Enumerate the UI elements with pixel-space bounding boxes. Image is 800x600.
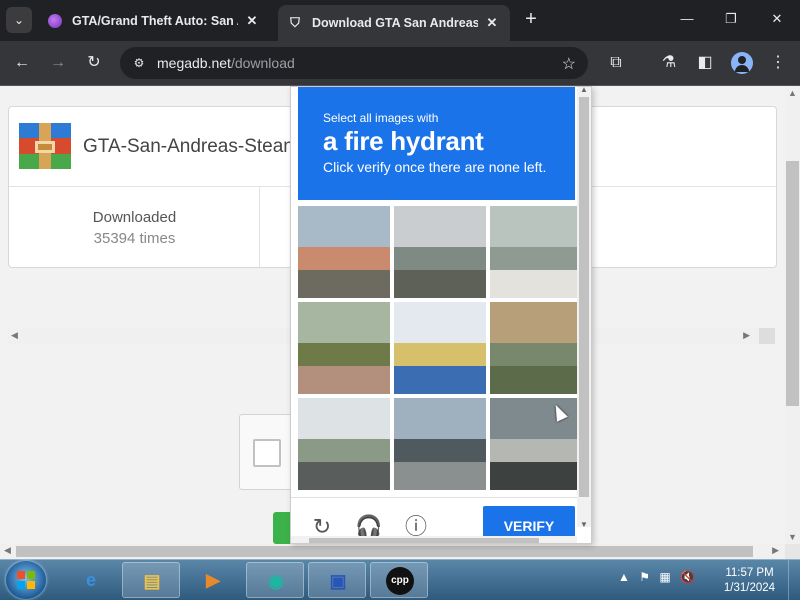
instruction-small: Select all images with (323, 111, 439, 125)
scrollbar-thumb[interactable] (786, 161, 799, 406)
image-grid (298, 206, 582, 490)
scroll-left-icon[interactable]: ◀ (4, 545, 11, 556)
site-favicon-icon: ⛉ (290, 15, 300, 30)
cppshot-icon: cpp (386, 567, 414, 595)
site-settings-icon[interactable]: ⚙ (131, 55, 147, 71)
browser-horizontal-scrollbar[interactable]: ◀ ▶ (0, 544, 785, 559)
recaptcha-challenge: Select all images with a fire hydrant Cl… (290, 86, 592, 544)
scroll-left-icon[interactable]: ◀ (11, 330, 18, 341)
extensions-icon[interactable]: ⧉ (604, 51, 628, 75)
forward-button[interactable]: → (46, 51, 70, 75)
challenge-header: Select all images with a fire hydrant Cl… (298, 87, 575, 200)
start-button[interactable] (6, 561, 46, 599)
clock-time: 11:57 PM (725, 567, 774, 579)
captcha-tile-fire-hydrant[interactable] (490, 398, 582, 490)
windows-taskbar: e ▤ ▶ ◉ ▣ cpp ▲ ⚑ ▦ 🔇 11:57 PM 1/31/2024 (0, 559, 800, 600)
url-host: megadb.net (157, 55, 231, 71)
back-button[interactable]: ← (10, 51, 34, 75)
browser-toolbar: ← → ↻ ⚙ megadb.net/download ☆ ⧉ ⚗ ◧ ⋮ (0, 41, 800, 86)
stat-label: Downloaded (92, 209, 177, 226)
download-count-stat: Downloaded 35394 times (9, 187, 260, 267)
labs-icon[interactable]: ⚗ (657, 51, 681, 75)
side-panel-icon[interactable]: ◧ (693, 51, 717, 75)
scrollbar-thumb[interactable] (579, 97, 589, 497)
captcha-tile-sign-gantry[interactable] (298, 398, 390, 490)
system-clock[interactable]: 11:57 PM 1/31/2024 (712, 566, 787, 596)
url-path: /download (230, 55, 295, 71)
captcha-tile-shop-awning[interactable] (394, 302, 486, 394)
show-hidden-icons-icon[interactable]: ▲ (618, 570, 630, 584)
scrollbar-thumb[interactable] (16, 546, 753, 557)
scroll-right-icon[interactable]: ▶ (743, 330, 750, 341)
tab-title: Download GTA San Andreas Steam (312, 16, 478, 30)
restore-button[interactable]: ❐ (717, 8, 745, 30)
tab-strip: ⌄ GTA/Grand Theft Auto: San Andreas ✕ ⛉ … (0, 0, 800, 41)
winrar-archive-icon (19, 123, 71, 169)
captcha-tile-roof-structure[interactable] (490, 302, 582, 394)
instruction-target: a fire hydrant (323, 126, 484, 156)
scroll-down-icon[interactable]: ▼ (580, 520, 588, 529)
volume-muted-icon[interactable]: 🔇 (680, 570, 695, 584)
clock-date: 1/31/2024 (723, 582, 776, 594)
scroll-up-icon[interactable]: ▲ (788, 88, 797, 98)
taskbar-app-explorer[interactable]: ▤ (122, 562, 180, 598)
media-icon: ▶ (206, 570, 220, 590)
tab-title: GTA/Grand Theft Auto: San Andreas (72, 13, 238, 28)
monitor-icon: ▣ (329, 571, 347, 591)
bookmark-star-icon[interactable]: ☆ (562, 54, 576, 74)
captcha-tile-sidewalk-fence[interactable] (298, 302, 390, 394)
scroll-right-icon[interactable]: ▶ (772, 545, 779, 556)
tab-search-button[interactable]: ⌄ (6, 7, 32, 33)
captcha-tile-parking-lot[interactable] (394, 398, 486, 490)
url-text[interactable]: megadb.net/download (157, 55, 295, 71)
address-bar[interactable]: ⚙ megadb.net/download ☆ (120, 47, 588, 79)
windows-logo-icon (17, 571, 35, 589)
explorer-icon: ▤ (143, 571, 161, 591)
captcha-tile-highway-overpass[interactable] (394, 206, 486, 298)
show-desktop-button[interactable] (788, 560, 800, 600)
browser-icon: ◉ (268, 571, 284, 591)
new-tab-button[interactable]: + (520, 8, 542, 30)
close-tab-icon[interactable]: ✕ (244, 13, 260, 29)
taskbar-app-browser[interactable]: ◉ (246, 562, 304, 598)
fandom-favicon-icon (48, 13, 62, 28)
close-tab-icon[interactable]: ✕ (484, 15, 500, 31)
menu-icon[interactable]: ⋮ (766, 51, 790, 75)
captcha-tile-street-buildings[interactable] (298, 206, 390, 298)
taskbar-app-media[interactable]: ▶ (184, 562, 242, 598)
taskbar-app-cppshot[interactable]: cpp (370, 562, 428, 598)
stat-value: 35394 times (93, 230, 176, 247)
ie-icon: e (85, 570, 96, 590)
close-window-button[interactable]: ✕ (763, 8, 791, 30)
scrollbar-thumb[interactable] (759, 328, 775, 344)
scrollbar-thumb[interactable] (309, 538, 539, 543)
tab-download-gta[interactable]: ⛉ Download GTA San Andreas Steam ✕ (278, 5, 510, 41)
scrollbar-corner (785, 544, 800, 559)
scroll-up-icon[interactable]: ▲ (580, 87, 588, 94)
browser-vertical-scrollbar[interactable]: ▲ ▼ (785, 86, 800, 544)
network-icon[interactable]: ▦ (659, 570, 670, 584)
challenge-scrollbar[interactable]: ▲ ▼ (577, 87, 591, 529)
action-center-flag-icon[interactable]: ⚑ (639, 570, 650, 584)
scroll-down-icon[interactable]: ▼ (788, 532, 797, 542)
recaptcha-checkbox-widget (239, 414, 294, 490)
taskbar-app-ie[interactable]: e (62, 562, 120, 598)
minimize-button[interactable]: — (673, 8, 701, 30)
recaptcha-checkbox[interactable] (253, 439, 281, 467)
instruction-sub: Click verify once there are none left. (323, 159, 547, 175)
system-tray: ▲ ⚑ ▦ 🔇 (618, 570, 701, 584)
reload-button[interactable]: ↻ (82, 51, 106, 75)
tab-gta-fandom[interactable]: GTA/Grand Theft Auto: San Andreas ✕ (38, 6, 270, 35)
challenge-horizontal-scrollbar[interactable] (291, 536, 577, 543)
profile-avatar[interactable] (731, 52, 753, 74)
captcha-tile-pole-wires[interactable] (490, 206, 582, 298)
taskbar-app-monitor[interactable]: ▣ (308, 562, 366, 598)
